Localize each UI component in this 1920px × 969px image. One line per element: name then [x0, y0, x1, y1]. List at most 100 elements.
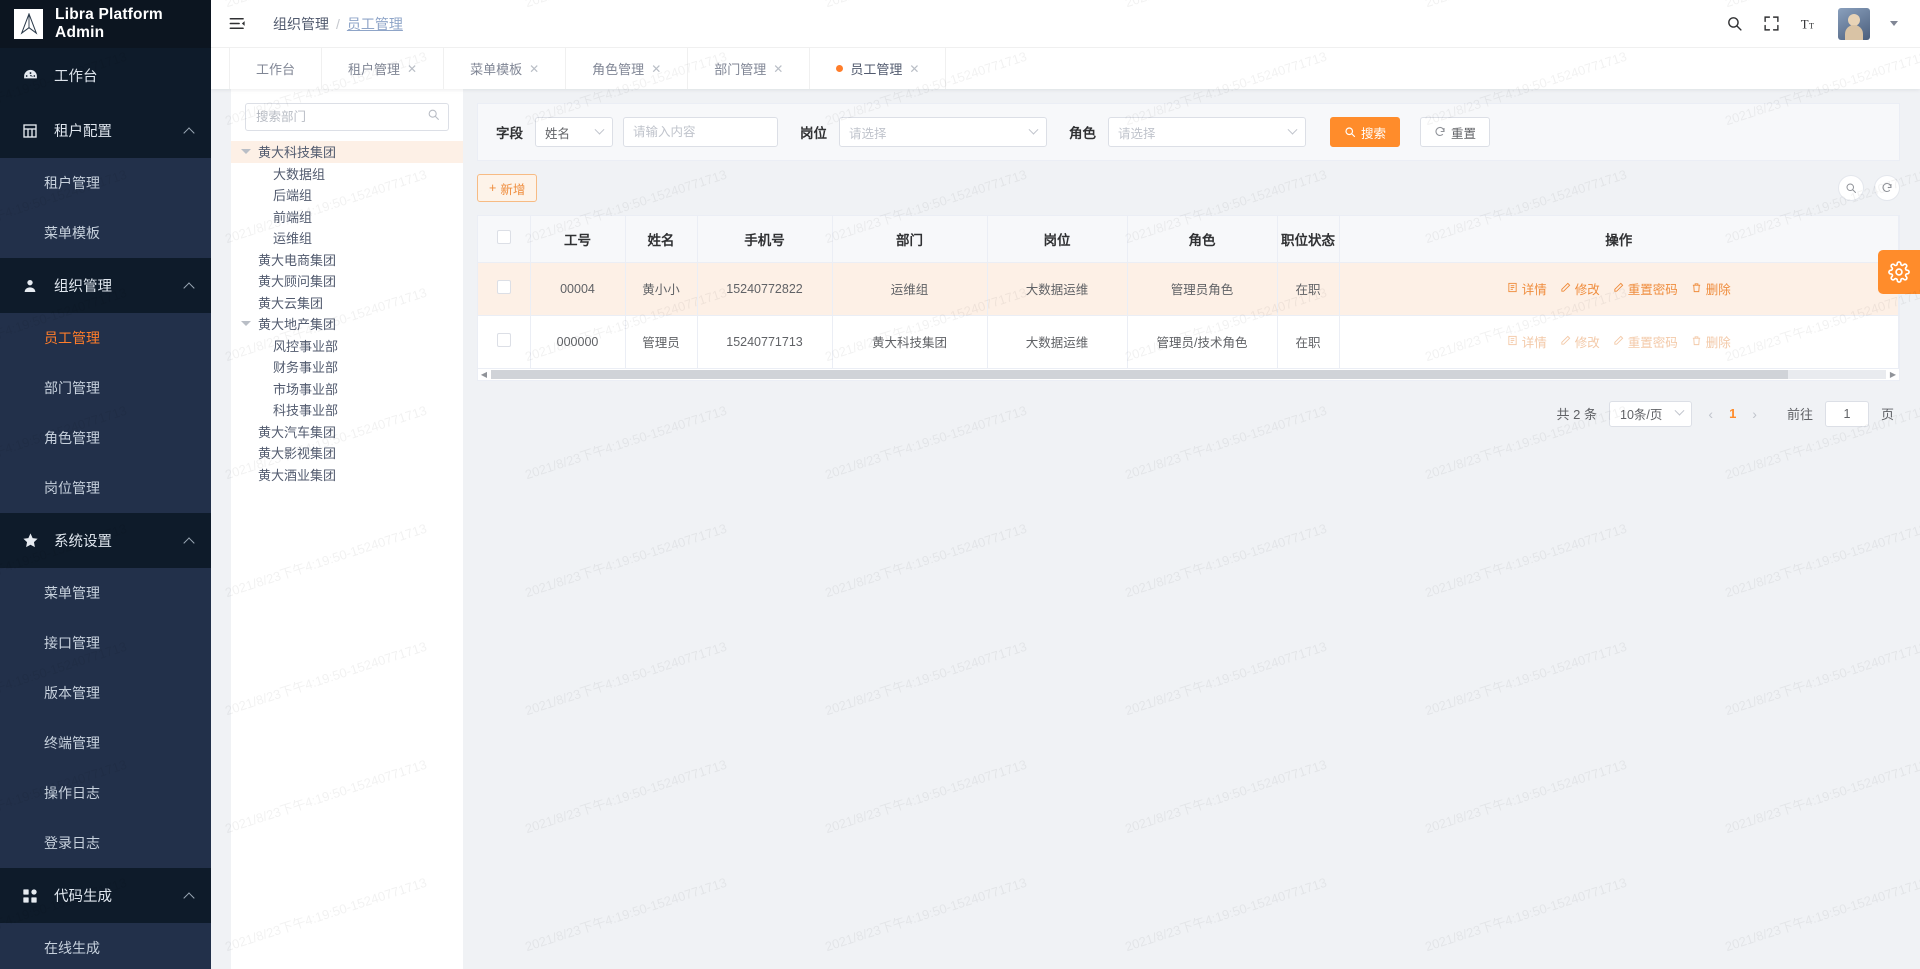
tab-label: 租户管理: [348, 62, 401, 77]
field-select[interactable]: 姓名: [535, 117, 613, 147]
row-checkbox-cell[interactable]: [478, 315, 531, 369]
page-size-select[interactable]: 10条/页: [1609, 400, 1693, 427]
sidebar-item-版本管理[interactable]: 版本管理: [0, 668, 211, 718]
avatar[interactable]: [1838, 7, 1870, 40]
action-详情[interactable]: 详情: [1507, 279, 1547, 298]
close-icon[interactable]: ✕: [407, 63, 417, 75]
sidebar-item-员工管理[interactable]: 员工管理: [0, 313, 211, 363]
goto-page-input[interactable]: [1824, 400, 1869, 427]
tree-node-黄大汽车集团[interactable]: 黄大汽车集团: [231, 421, 463, 443]
sidebar-item-部门管理[interactable]: 部门管理: [0, 363, 211, 413]
fullscreen-icon[interactable]: [1763, 15, 1780, 32]
sidebar-group-代码生成[interactable]: 代码生成: [0, 868, 211, 923]
sidebar-item-操作日志[interactable]: 操作日志: [0, 768, 211, 818]
tree-node-运维组[interactable]: 运维组: [231, 227, 463, 249]
select-all-header[interactable]: [478, 216, 531, 263]
close-icon[interactable]: ✕: [529, 63, 539, 75]
sidebar-item-在线生成[interactable]: 在线生成: [0, 923, 211, 969]
settings-fab-button[interactable]: [1878, 250, 1920, 294]
table-horizontal-scrollbar[interactable]: ◀ ▶: [477, 368, 1900, 381]
keyword-input-box[interactable]: [623, 117, 778, 147]
tree-node-财务事业部[interactable]: 财务事业部: [231, 356, 463, 378]
total-count: 共 2 条: [1556, 407, 1597, 422]
row-checkbox-cell[interactable]: [478, 262, 531, 316]
tree-node-后端组[interactable]: 后端组: [231, 184, 463, 206]
tree-node-黄大科技集团[interactable]: 黄大科技集团: [231, 141, 463, 163]
tree-node-前端组[interactable]: 前端组: [231, 206, 463, 228]
page-unit: 页: [1880, 407, 1894, 422]
tab-租户管理[interactable]: 租户管理 ✕: [322, 48, 445, 89]
sidebar-item-菜单模板[interactable]: 菜单模板: [0, 208, 211, 258]
action-详情: 详情: [1507, 332, 1547, 351]
search-icon[interactable]: [427, 108, 440, 126]
prev-page-button[interactable]: ‹: [1704, 406, 1717, 422]
tab-菜单模板[interactable]: 菜单模板 ✕: [444, 48, 567, 89]
action-修改[interactable]: 修改: [1560, 279, 1600, 298]
tree-node-黄大地产集团[interactable]: 黄大地产集团: [231, 313, 463, 335]
magnifier-icon[interactable]: [1838, 175, 1864, 201]
sidebar-group-系统设置[interactable]: 系统设置: [0, 513, 211, 568]
select-all-checkbox[interactable]: [496, 230, 511, 245]
dept-search-input[interactable]: [256, 110, 427, 124]
row-checkbox[interactable]: [496, 280, 511, 294]
tree-node-科技事业部[interactable]: 科技事业部: [231, 399, 463, 421]
caret-down-icon[interactable]: [241, 149, 251, 155]
tab-工作台[interactable]: 工作台: [229, 48, 323, 89]
tree-node-黄大影视集团[interactable]: 黄大影视集团: [231, 442, 463, 464]
search-button[interactable]: 搜索: [1330, 117, 1401, 147]
scroll-track[interactable]: [491, 369, 1886, 379]
sidebar-item-接口管理[interactable]: 接口管理: [0, 618, 211, 668]
table-row[interactable]: 00004 黄小小 15240772822 运维组 大数据运维 管理员角色 在职 详情 修改 重置…: [478, 262, 1899, 316]
page-number-1[interactable]: 1: [1729, 406, 1736, 421]
tree-node-风控事业部[interactable]: 风控事业部: [231, 335, 463, 357]
close-icon[interactable]: ✕: [773, 63, 783, 75]
sidebar-group-组织管理[interactable]: 组织管理: [0, 258, 211, 313]
table-row[interactable]: 000000 管理员 15240771713 黄大科技集团 大数据运维 管理员/技术角色在…: [478, 315, 1899, 369]
refresh-icon[interactable]: [1874, 175, 1900, 201]
tree-node-label: 黄大酒业集团: [258, 467, 337, 483]
sidebar-item-登录日志[interactable]: 登录日志: [0, 818, 211, 868]
sidebar-item-角色管理[interactable]: 角色管理: [0, 413, 211, 463]
scroll-thumb[interactable]: [491, 369, 1789, 379]
column-header-label: 岗位: [1043, 232, 1071, 248]
tab-部门管理[interactable]: 部门管理 ✕: [688, 48, 811, 89]
tree-node-黄大电商集团[interactable]: 黄大电商集团: [231, 249, 463, 271]
hamburger-icon[interactable]: [228, 14, 247, 33]
next-page-button[interactable]: ›: [1748, 406, 1761, 422]
tree-node-黄大酒业集团[interactable]: 黄大酒业集团: [231, 464, 463, 486]
keyword-input[interactable]: [633, 125, 768, 139]
sidebar-group-工作台[interactable]: 工作台: [0, 48, 211, 103]
dept-search-box[interactable]: [245, 103, 449, 131]
row-checkbox[interactable]: [496, 333, 511, 347]
scroll-left-icon[interactable]: ◀: [478, 370, 490, 379]
tree-node-大数据组[interactable]: 大数据组: [231, 163, 463, 185]
star-icon: [20, 532, 40, 549]
breadcrumb-parent[interactable]: 组织管理: [273, 14, 329, 34]
chevron-down-icon[interactable]: [1890, 21, 1898, 26]
sidebar-item-租户管理[interactable]: 租户管理: [0, 158, 211, 208]
table-body: 00004 黄小小 15240772822 运维组 大数据运维 管理员角色 在职 详情 修改 重置…: [478, 262, 1899, 369]
tab-角色管理[interactable]: 角色管理 ✕: [566, 48, 689, 89]
close-icon[interactable]: ✕: [909, 63, 919, 75]
close-icon[interactable]: ✕: [651, 63, 661, 75]
scroll-right-icon[interactable]: ▶: [1887, 370, 1899, 379]
breadcrumb-current[interactable]: 员工管理: [347, 14, 403, 34]
action-重置密码[interactable]: 重置密码: [1613, 279, 1678, 298]
sidebar-item-岗位管理[interactable]: 岗位管理: [0, 463, 211, 513]
post-select[interactable]: 请选择: [839, 117, 1047, 147]
tree-node-黄大顾问集团[interactable]: 黄大顾问集团: [231, 270, 463, 292]
reset-button[interactable]: 重置: [1420, 117, 1491, 147]
sidebar-item-终端管理[interactable]: 终端管理: [0, 718, 211, 768]
font-size-icon[interactable]: TT: [1800, 15, 1818, 33]
add-button[interactable]: + 新增: [477, 174, 538, 202]
tree-node-黄大云集团[interactable]: 黄大云集团: [231, 292, 463, 314]
sidebar-item-菜单管理[interactable]: 菜单管理: [0, 568, 211, 618]
action-删除[interactable]: 删除: [1691, 279, 1731, 298]
search-icon[interactable]: [1726, 15, 1743, 32]
logo-row[interactable]: Libra Platform Admin: [0, 0, 211, 48]
tab-员工管理[interactable]: 员工管理 ✕: [810, 48, 947, 89]
sidebar-group-租户配置[interactable]: 租户配置: [0, 103, 211, 158]
caret-down-icon[interactable]: [241, 321, 251, 327]
role-select[interactable]: 请选择: [1108, 117, 1306, 147]
tree-node-市场事业部[interactable]: 市场事业部: [231, 378, 463, 400]
